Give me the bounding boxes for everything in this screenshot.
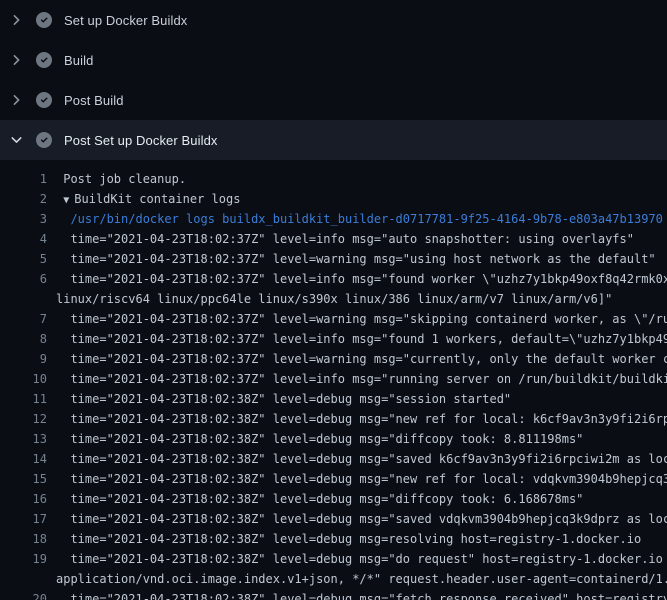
log-line-text: /usr/bin/docker logs buildx_buildkit_bui… bbox=[56, 209, 663, 229]
log-line-text: time="2021-04-23T18:02:38Z" level=debug … bbox=[56, 409, 667, 429]
check-circle-icon bbox=[36, 132, 52, 148]
log-line-text: time="2021-04-23T18:02:37Z" level=info m… bbox=[56, 269, 667, 289]
log-line-text: time="2021-04-23T18:02:37Z" level=info m… bbox=[56, 329, 667, 349]
log-line-number[interactable]: 6 bbox=[0, 269, 47, 289]
log-line: 9 time="2021-04-23T18:02:37Z" level=warn… bbox=[0, 349, 667, 369]
log-line: 14 time="2021-04-23T18:02:38Z" level=deb… bbox=[0, 449, 667, 469]
log-line-text: Post job cleanup. bbox=[56, 169, 186, 189]
log-line: 3 /usr/bin/docker logs buildx_buildkit_b… bbox=[0, 209, 667, 229]
step-row-post-build[interactable]: Post Build bbox=[0, 80, 667, 120]
log-line-text: ▼ BuildKit container logs bbox=[56, 189, 240, 209]
log-line: 5 time="2021-04-23T18:02:37Z" level=warn… bbox=[0, 249, 667, 269]
log-line-number[interactable]: 12 bbox=[0, 409, 47, 429]
check-circle-icon bbox=[36, 12, 52, 28]
step-row-build[interactable]: Build bbox=[0, 40, 667, 80]
log-line-continuation: application/vnd.oci.image.index.v1+json,… bbox=[0, 569, 667, 589]
log-line-text: time="2021-04-23T18:02:38Z" level=debug … bbox=[56, 429, 583, 449]
check-circle-icon bbox=[36, 52, 52, 68]
log-line-number[interactable]: 16 bbox=[0, 489, 47, 509]
log-line: 20 time="2021-04-23T18:02:38Z" level=deb… bbox=[0, 589, 667, 600]
log-line: 19 time="2021-04-23T18:02:38Z" level=deb… bbox=[0, 549, 667, 569]
step-row-post-set-up-docker-buildx[interactable]: Post Set up Docker Buildx bbox=[0, 120, 667, 160]
log-line-number[interactable]: 9 bbox=[0, 349, 47, 369]
log-line-text: time="2021-04-23T18:02:38Z" level=debug … bbox=[56, 509, 667, 529]
steps-list: Set up Docker Buildx Build Post Build Po… bbox=[0, 0, 667, 160]
log-line-number[interactable]: 3 bbox=[0, 209, 47, 229]
chevron-right-icon bbox=[9, 52, 24, 68]
step-label: Post Build bbox=[64, 93, 124, 108]
log-line-number[interactable]: 11 bbox=[0, 389, 47, 409]
log-group-label: BuildKit container logs bbox=[74, 192, 240, 206]
log-line-number[interactable]: 7 bbox=[0, 309, 47, 329]
log-line-number[interactable]: 10 bbox=[0, 369, 47, 389]
log-line-text: time="2021-04-23T18:02:38Z" level=debug … bbox=[56, 449, 667, 469]
log-line: 15 time="2021-04-23T18:02:38Z" level=deb… bbox=[0, 469, 667, 489]
log-line: 18 time="2021-04-23T18:02:38Z" level=deb… bbox=[0, 529, 667, 549]
workflow-log-panel: Set up Docker Buildx Build Post Build Po… bbox=[0, 0, 667, 600]
log-line: 4 time="2021-04-23T18:02:37Z" level=info… bbox=[0, 229, 667, 249]
chevron-right-icon bbox=[9, 92, 24, 108]
chevron-down-icon bbox=[9, 132, 24, 148]
log-line: 17 time="2021-04-23T18:02:38Z" level=deb… bbox=[0, 509, 667, 529]
log-line-text: time="2021-04-23T18:02:38Z" level=debug … bbox=[56, 589, 667, 600]
log-line: 12 time="2021-04-23T18:02:38Z" level=deb… bbox=[0, 409, 667, 429]
check-circle-icon bbox=[36, 92, 52, 108]
log-line: 10 time="2021-04-23T18:02:37Z" level=inf… bbox=[0, 369, 667, 389]
log-line-text: time="2021-04-23T18:02:38Z" level=debug … bbox=[56, 469, 667, 489]
log-line-text: time="2021-04-23T18:02:37Z" level=info m… bbox=[56, 369, 667, 389]
log-line: 7 time="2021-04-23T18:02:37Z" level=warn… bbox=[0, 309, 667, 329]
triangle-down-icon: ▼ bbox=[63, 191, 69, 209]
log-line: 8 time="2021-04-23T18:02:37Z" level=info… bbox=[0, 329, 667, 349]
log-group-toggle-row[interactable]: 2 ▼ BuildKit container logs bbox=[0, 189, 667, 209]
log-line-number[interactable]: 14 bbox=[0, 449, 47, 469]
log-line-text: time="2021-04-23T18:02:38Z" level=debug … bbox=[56, 529, 641, 549]
log-line-text: time="2021-04-23T18:02:37Z" level=info m… bbox=[56, 229, 634, 249]
log-line-text: time="2021-04-23T18:02:37Z" level=warnin… bbox=[56, 349, 667, 369]
step-label: Post Set up Docker Buildx bbox=[64, 133, 218, 148]
log-line-text: time="2021-04-23T18:02:38Z" level=debug … bbox=[56, 389, 511, 409]
log-line-text: time="2021-04-23T18:02:37Z" level=warnin… bbox=[56, 249, 656, 269]
log-line: 6 time="2021-04-23T18:02:37Z" level=info… bbox=[0, 269, 667, 289]
log-line-number[interactable]: 8 bbox=[0, 329, 47, 349]
log-line-number[interactable]: 20 bbox=[0, 589, 47, 600]
step-label: Build bbox=[64, 53, 93, 68]
step-label: Set up Docker Buildx bbox=[64, 13, 187, 28]
log-line: 11 time="2021-04-23T18:02:38Z" level=deb… bbox=[0, 389, 667, 409]
log-line-number[interactable]: 1 bbox=[0, 169, 47, 189]
log-line-text: time="2021-04-23T18:02:38Z" level=debug … bbox=[56, 549, 667, 569]
log-line-text: application/vnd.oci.image.index.v1+json,… bbox=[56, 569, 667, 589]
chevron-right-icon bbox=[9, 12, 24, 28]
log-line-number[interactable]: 15 bbox=[0, 469, 47, 489]
log-line-number[interactable]: 4 bbox=[0, 229, 47, 249]
log-line-number[interactable]: 13 bbox=[0, 429, 47, 449]
log-line: 16 time="2021-04-23T18:02:38Z" level=deb… bbox=[0, 489, 667, 509]
log-line-number[interactable]: 2 bbox=[0, 189, 47, 209]
log-line-number[interactable]: 18 bbox=[0, 529, 47, 549]
log-line-number[interactable]: 19 bbox=[0, 549, 47, 569]
log-line-continuation: linux/riscv64 linux/ppc64le linux/s390x … bbox=[0, 289, 667, 309]
step-row-set-up-docker-buildx[interactable]: Set up Docker Buildx bbox=[0, 0, 667, 40]
log-line-number[interactable]: 5 bbox=[0, 249, 47, 269]
log-line-text: linux/riscv64 linux/ppc64le linux/s390x … bbox=[56, 289, 612, 309]
log-line-text: time="2021-04-23T18:02:38Z" level=debug … bbox=[56, 489, 583, 509]
log-line-number[interactable]: 17 bbox=[0, 509, 47, 529]
log-area: 1 Post job cleanup. 2 ▼ BuildKit containe… bbox=[0, 160, 667, 600]
log-line: 1 Post job cleanup. bbox=[0, 169, 667, 189]
log-line-text: time="2021-04-23T18:02:37Z" level=warnin… bbox=[56, 309, 667, 329]
log-line: 13 time="2021-04-23T18:02:38Z" level=deb… bbox=[0, 429, 667, 449]
